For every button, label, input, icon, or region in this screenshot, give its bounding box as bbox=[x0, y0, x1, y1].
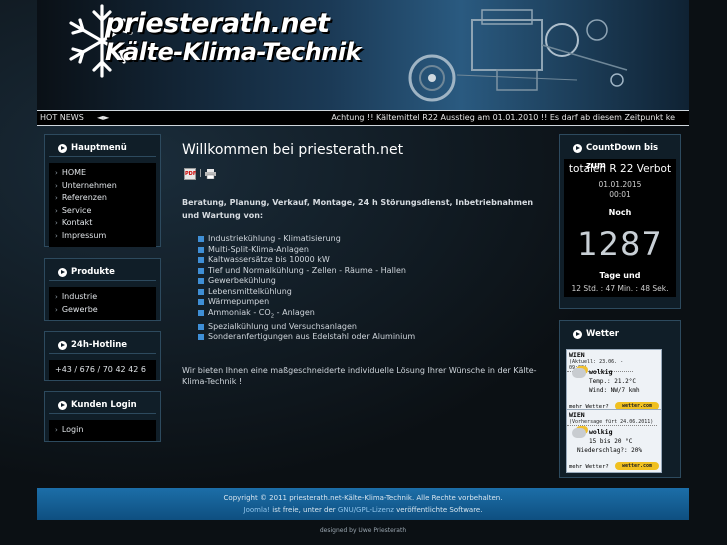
services-list: Industriekühlung - Klimatisierung Multi-… bbox=[182, 234, 552, 343]
menu-item-gewerbe[interactable]: › Gewerbe bbox=[55, 304, 150, 317]
weather-city: WIEN bbox=[569, 351, 585, 359]
main-content: Willkommen bei priesterath.net PDF | Ber… bbox=[182, 142, 552, 387]
login-link[interactable]: › Login bbox=[55, 424, 150, 437]
chevron-right-icon: › bbox=[55, 426, 58, 434]
countdown-remaining: 12 Std. : 47 Min. : 48 Sek. bbox=[571, 284, 669, 293]
main-menu-list: › HOME › Unternehmen › Referenzen › Service … bbox=[49, 163, 156, 247]
hotline-number: +43 / 676 / 70 42 42 6 bbox=[55, 365, 146, 374]
list-item: Ammoniak - CO2 - Anlagen bbox=[198, 308, 552, 322]
more-weather-link[interactable]: mehr Wetter? bbox=[569, 464, 609, 470]
countdown-title: CountDown bis zum bbox=[564, 139, 676, 171]
menu-item-kontakt[interactable]: › Kontakt bbox=[55, 217, 150, 230]
menu-item-industrie[interactable]: › Industrie bbox=[55, 291, 150, 304]
weather-city: WIEN bbox=[569, 411, 585, 419]
weather-condition: wolkig bbox=[589, 428, 613, 436]
site-footer: Copyright © 2011 priesterath.net-Kälte-K… bbox=[37, 488, 689, 520]
menu-item-referenzen[interactable]: › Referenzen bbox=[55, 192, 150, 205]
weather-temp: Temp.: 21.2°C bbox=[589, 378, 636, 385]
products-title: Produkte bbox=[49, 263, 156, 281]
chevron-right-icon: › bbox=[55, 194, 58, 202]
play-bullet-icon bbox=[573, 144, 582, 153]
countdown-module: CountDown bis zum totalen R 22 Verbot 01… bbox=[559, 134, 681, 309]
login-body: › Login bbox=[49, 420, 156, 441]
hotline-body: +43 / 676 / 70 42 42 6 bbox=[49, 360, 156, 380]
chevron-right-icon: › bbox=[55, 181, 58, 190]
news-nav-arrows[interactable]: ◄► bbox=[97, 111, 109, 125]
closing-text: Wir bieten Ihnen eine maßgeschneiderte i… bbox=[182, 365, 537, 386]
weather-widget-forecast[interactable]: WIEN (Vorhersage fürt 24.06.2011) wolkig… bbox=[566, 409, 662, 473]
chevron-right-icon: › bbox=[55, 206, 58, 215]
main-menu-title: Hauptmenü bbox=[49, 139, 156, 157]
cloud-sun-icon bbox=[572, 428, 586, 438]
compressor-illustration bbox=[408, 9, 628, 102]
login-module: Kunden Login › Login bbox=[44, 391, 161, 442]
gpl-license-link[interactable]: GNU/GPL-Lizenz bbox=[338, 506, 394, 514]
countdown-time: 00:01 bbox=[609, 190, 631, 199]
weather-condition: wolkig bbox=[589, 368, 613, 376]
license-text: Joomla! ist freie, unter der GNU/GPL-Liz… bbox=[243, 506, 483, 514]
login-title: Kunden Login bbox=[49, 396, 156, 414]
chevron-right-icon: › bbox=[55, 169, 58, 177]
pdf-icon[interactable]: PDF bbox=[184, 168, 196, 180]
play-bullet-icon bbox=[58, 268, 67, 277]
joomla-link[interactable]: Joomla! bbox=[244, 506, 271, 514]
chevron-right-icon: › bbox=[55, 293, 58, 301]
countdown-tage-label: Tage und bbox=[599, 271, 641, 280]
logo-title[interactable]: priesterath.net bbox=[105, 8, 330, 39]
countdown-event: totalen R 22 Verbot bbox=[568, 163, 672, 175]
hotline-title: 24h-Hotline bbox=[49, 336, 156, 354]
article-tools: PDF | bbox=[182, 168, 552, 180]
news-ticker[interactable]: Achtung !! Kältemittel R22 Ausstieg am 0… bbox=[331, 111, 675, 125]
play-bullet-icon bbox=[58, 144, 67, 153]
list-item: Multi-Split-Klima-Anlagen bbox=[198, 245, 552, 256]
weather-module: Wetter WIEN (Aktuell: 23.06. - 09:00) wo… bbox=[559, 320, 681, 478]
list-item: Kaltwassersätze bis 10000 kW bbox=[198, 255, 552, 266]
weather-wind: Wind: NW/7 kmh bbox=[589, 387, 640, 394]
services-intro: Beratung, Planung, Verkauf, Montage, 24 … bbox=[182, 198, 534, 220]
tools-separator: | bbox=[199, 168, 202, 177]
weather-subtitle: (Vorhersage fürt 24.06.2011) bbox=[567, 419, 657, 426]
hot-news-label: HOT NEWS bbox=[40, 113, 84, 122]
page-title: Willkommen bei priesterath.net bbox=[182, 142, 404, 158]
hotline-module: 24h-Hotline +43 / 676 / 70 42 42 6 bbox=[44, 331, 161, 381]
weather-widget-current[interactable]: WIEN (Aktuell: 23.06. - 09:00) wolkig Te… bbox=[566, 349, 662, 413]
countdown-noch-label: Noch bbox=[608, 208, 632, 217]
list-item: Industriekühlung - Klimatisierung bbox=[198, 234, 552, 245]
list-item: Gewerbekühlung bbox=[198, 276, 552, 287]
copyright-text: Copyright © 2011 priesterath.net-Kälte-K… bbox=[223, 494, 503, 502]
menu-item-unternehmen[interactable]: › Unternehmen bbox=[55, 180, 150, 193]
site-header: priesterath.net Kälte-Klima-Technik bbox=[37, 0, 689, 110]
list-item: Spezialkühlung und Versuchsanlagen bbox=[198, 322, 552, 333]
list-item: Wärmepumpen bbox=[198, 297, 552, 308]
designer-credit: designed by Uwe Priesterath bbox=[319, 527, 407, 534]
countdown-days: 1287 bbox=[577, 225, 663, 263]
list-item: Lebensmittelkühlung bbox=[198, 287, 552, 298]
cloud-sun-icon bbox=[572, 368, 586, 378]
menu-item-impressum[interactable]: › Impressum bbox=[55, 230, 150, 243]
menu-item-service[interactable]: › Service bbox=[55, 205, 150, 218]
weather-title: Wetter bbox=[564, 325, 676, 343]
play-bullet-icon bbox=[573, 330, 582, 339]
play-bullet-icon bbox=[58, 341, 67, 350]
list-item: Sonderanfertigungen aus Edelstahl oder A… bbox=[198, 332, 552, 343]
play-bullet-icon bbox=[58, 401, 67, 410]
chevron-right-icon: › bbox=[55, 305, 58, 314]
countdown-body: totalen R 22 Verbot 01.01.2015 00:01 Noc… bbox=[564, 159, 676, 297]
print-icon[interactable] bbox=[205, 169, 216, 179]
weather-precipitation: Niederschlag?: 20% bbox=[577, 447, 643, 454]
logo-subtitle[interactable]: Kälte-Klima-Technik bbox=[105, 38, 362, 66]
menu-item-home[interactable]: › HOME bbox=[55, 167, 150, 180]
list-item: Tief und Normalkühlung - Zellen - Räume … bbox=[198, 266, 552, 277]
weather-temp-range: 15 bis 20 °C bbox=[589, 438, 633, 445]
main-menu-module: Hauptmenü › HOME › Unternehmen › Referenzen… bbox=[44, 134, 161, 247]
wetter-com-logo[interactable]: wetter.com bbox=[615, 462, 659, 470]
countdown-date: 01.01.2015 bbox=[598, 180, 642, 189]
chevron-right-icon: › bbox=[55, 231, 58, 240]
chevron-right-icon: › bbox=[55, 219, 58, 227]
page: priesterath.net Kälte-Klima-Technik HOT … bbox=[37, 0, 689, 545]
hot-news-bar: HOT NEWS ◄► Achtung !! Kältemittel R22 A… bbox=[37, 110, 689, 126]
products-list: › Industrie › Gewerbe bbox=[49, 287, 156, 320]
products-module: Produkte › Industrie › Gewerbe bbox=[44, 258, 161, 321]
